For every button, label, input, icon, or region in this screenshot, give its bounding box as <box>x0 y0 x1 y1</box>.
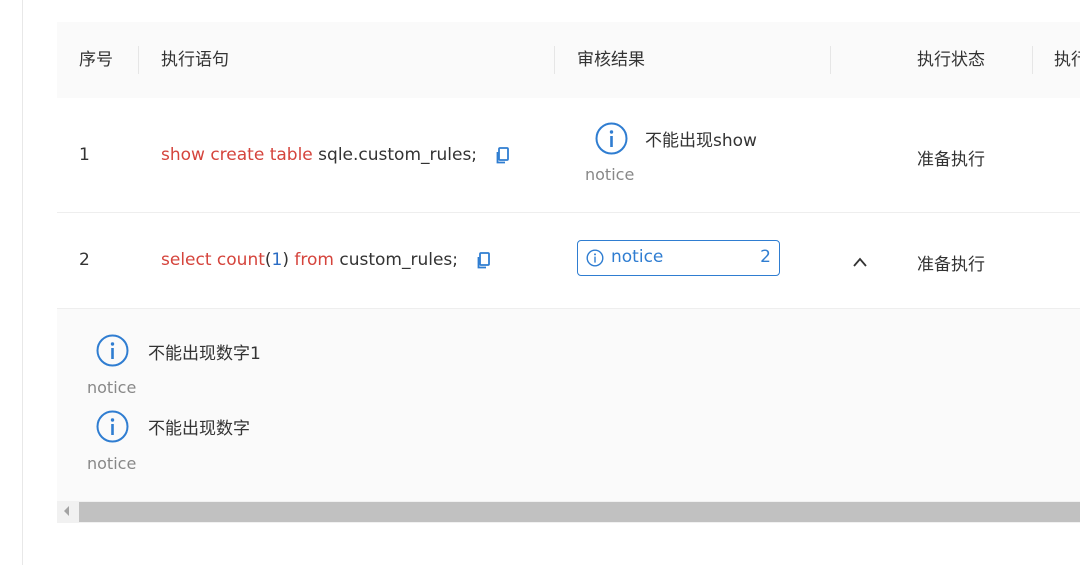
copy-icon[interactable] <box>496 146 510 164</box>
column-header-exec-status: 执行状态 <box>917 50 985 70</box>
column-header-audit: 审核结果 <box>577 50 645 70</box>
sql-number: 1 <box>271 250 283 270</box>
column-separator <box>138 46 139 74</box>
scrollbar-thumb[interactable] <box>79 502 1080 522</box>
row-index: 2 <box>79 250 90 270</box>
info-circle-icon <box>96 334 129 371</box>
sql-text: custom_rules; <box>333 250 459 270</box>
chevron-up-icon[interactable] <box>852 253 868 272</box>
sql-audit-table: 序号 执行语句 审核结果 执行状态 执行 1 show create table… <box>57 22 1080 523</box>
audit-tag-count: 2 <box>760 247 771 267</box>
expanded-audit-details: 不能出现数字1 notice 不能出现数字 notice <box>57 309 1080 501</box>
audit-summary-tag[interactable]: notice 2 <box>577 240 780 276</box>
column-separator <box>554 46 555 74</box>
audit-tag-label: notice <box>611 247 664 267</box>
info-circle-icon <box>595 122 628 159</box>
copy-icon[interactable] <box>477 251 491 269</box>
sql-text: sqle.custom_rules; <box>312 145 478 165</box>
exec-status: 准备执行 <box>917 255 985 275</box>
left-divider <box>22 0 23 565</box>
scroll-left-arrow-icon[interactable] <box>64 506 69 516</box>
sql-statement: select count(1) from custom_rules; <box>161 250 491 270</box>
info-circle-icon <box>96 410 129 447</box>
exec-status: 准备执行 <box>917 150 985 170</box>
sql-paren: ) <box>282 250 289 270</box>
audit-message: 不能出现show <box>645 131 757 151</box>
column-header-statement: 执行语句 <box>161 50 229 70</box>
info-circle-icon <box>586 249 604 272</box>
sql-keyword: show create table <box>161 145 313 165</box>
table-header: 序号 执行语句 审核结果 执行状态 执行 <box>57 22 1080 99</box>
sql-keyword: from <box>294 250 334 270</box>
column-header-index: 序号 <box>79 50 113 70</box>
column-separator <box>830 46 831 74</box>
sql-keyword: select <box>161 250 212 270</box>
table-row: 1 show create table sqle.custom_rules; 不… <box>57 98 1080 213</box>
audit-message: 不能出现数字 <box>148 419 250 439</box>
table-row: 2 select count(1) from custom_rules; not… <box>57 213 1080 309</box>
column-header-truncated: 执行 <box>1054 50 1080 70</box>
horizontal-scrollbar[interactable] <box>57 501 1080 523</box>
audit-level: notice <box>585 165 635 184</box>
audit-level: notice <box>87 378 137 397</box>
audit-level: notice <box>87 454 137 473</box>
sql-paren: ( <box>264 250 272 270</box>
row-index: 1 <box>79 145 90 165</box>
audit-message: 不能出现数字1 <box>148 344 261 364</box>
sql-statement: show create table sqle.custom_rules; <box>161 145 510 165</box>
sql-function: count <box>216 250 265 270</box>
column-separator <box>1032 46 1033 74</box>
